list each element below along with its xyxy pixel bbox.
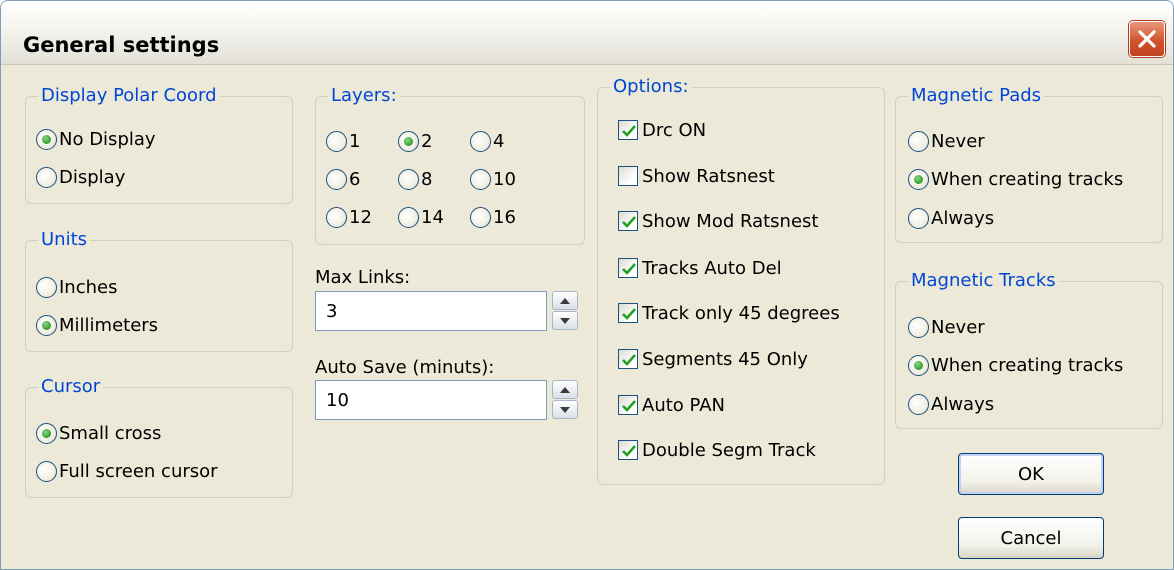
radio-layer-12[interactable]: 12 [326, 205, 372, 229]
radio-button[interactable] [908, 316, 929, 338]
layers-legend: Layers: [328, 85, 400, 107]
radio-millimeters[interactable]: Millimeters [36, 313, 158, 337]
radio-button[interactable] [36, 460, 57, 482]
radio-button[interactable] [908, 168, 929, 190]
radio-layer-4[interactable]: 4 [470, 129, 504, 153]
checkbox-double-segm-track[interactable]: Double Segm Track [618, 438, 816, 462]
units-legend: Units [38, 229, 91, 251]
ok-button[interactable]: OK [958, 453, 1104, 495]
radio-small-cross[interactable]: Small cross [36, 421, 161, 445]
auto-save-down-button[interactable] [552, 400, 578, 419]
radio-button[interactable] [326, 168, 347, 190]
radio-button[interactable] [908, 130, 929, 152]
checkbox-show-mod-ratsnest[interactable]: Show Mod Ratsnest [618, 209, 818, 233]
title-bar[interactable]: General settings [1, 1, 1173, 65]
radio-button[interactable] [398, 206, 419, 228]
checkbox-drc-on[interactable]: Drc ON [618, 118, 706, 142]
display-polar-coord-legend: Display Polar Coord [38, 85, 220, 107]
cursor-group: Cursor Small cross Full screen cursor [25, 376, 293, 498]
magnetic-pads-group: Magnetic Pads Never When creating tracks… [895, 85, 1163, 243]
checkbox[interactable] [618, 258, 638, 278]
checkbox-tracks-auto-del[interactable]: Tracks Auto Del [618, 256, 782, 280]
units-group: Units Inches Millimeters [25, 229, 293, 352]
radio-button[interactable] [36, 128, 57, 150]
dialog-title: General settings [23, 33, 220, 57]
radio-layer-2[interactable]: 2 [398, 129, 432, 153]
auto-save-input[interactable]: 10 [315, 380, 547, 420]
max-links-label: Max Links: [315, 267, 411, 288]
radio-button[interactable] [398, 130, 419, 152]
radio-button[interactable] [36, 422, 57, 444]
radio-tracks-when-creating[interactable]: When creating tracks [908, 353, 1123, 377]
cursor-legend: Cursor [38, 376, 104, 398]
radio-full-screen-cursor[interactable]: Full screen cursor [36, 459, 218, 483]
radio-tracks-always[interactable]: Always [908, 392, 994, 416]
checkbox[interactable] [618, 349, 638, 369]
radio-button[interactable] [908, 393, 929, 415]
radio-button[interactable] [398, 168, 419, 190]
max-links-spinner[interactable] [552, 291, 578, 331]
auto-save-spinner[interactable] [552, 380, 578, 420]
options-legend: Options: [610, 76, 692, 98]
display-polar-coord-group: Display Polar Coord No Display Display [25, 85, 293, 204]
radio-button[interactable] [36, 314, 57, 336]
checkbox[interactable] [618, 166, 638, 186]
checkbox[interactable] [618, 211, 638, 231]
checkbox-track-only-45[interactable]: Track only 45 degrees [618, 301, 840, 325]
radio-pads-always[interactable]: Always [908, 206, 994, 230]
radio-pads-never[interactable]: Never [908, 129, 985, 153]
auto-save-label: Auto Save (minuts): [315, 357, 495, 378]
general-settings-dialog: General settings Display Polar Coord No … [0, 0, 1174, 570]
radio-layer-16[interactable]: 16 [470, 205, 516, 229]
dialog-client: Display Polar Coord No Display Display U… [5, 65, 1169, 569]
close-button[interactable] [1129, 21, 1165, 57]
radio-layer-6[interactable]: 6 [326, 167, 360, 191]
checkbox[interactable] [618, 303, 638, 323]
magnetic-tracks-legend: Magnetic Tracks [908, 270, 1059, 292]
max-links-input[interactable]: 3 [315, 291, 547, 331]
checkbox[interactable] [618, 120, 638, 140]
magnetic-tracks-group: Magnetic Tracks Never When creating trac… [895, 270, 1163, 429]
radio-button[interactable] [470, 130, 491, 152]
radio-button[interactable] [36, 276, 57, 298]
radio-button[interactable] [470, 168, 491, 190]
radio-layer-14[interactable]: 14 [398, 205, 444, 229]
radio-button[interactable] [326, 206, 347, 228]
radio-tracks-never[interactable]: Never [908, 315, 985, 339]
checkbox-auto-pan[interactable]: Auto PAN [618, 393, 725, 417]
max-links-up-button[interactable] [552, 291, 578, 310]
max-links-down-button[interactable] [552, 311, 578, 330]
radio-display[interactable]: Display [36, 165, 125, 189]
radio-inches[interactable]: Inches [36, 275, 117, 299]
radio-button[interactable] [908, 354, 929, 376]
radio-button[interactable] [470, 206, 491, 228]
radio-no-display[interactable]: No Display [36, 127, 156, 151]
radio-button[interactable] [908, 207, 929, 229]
cancel-button[interactable]: Cancel [958, 517, 1104, 559]
radio-layer-10[interactable]: 10 [470, 167, 516, 191]
layers-group: Layers: 1 2 4 6 8 10 12 14 16 [315, 85, 585, 245]
radio-layer-8[interactable]: 8 [398, 167, 432, 191]
checkbox[interactable] [618, 395, 638, 415]
radio-button[interactable] [36, 166, 57, 188]
auto-save-up-button[interactable] [552, 380, 578, 399]
checkbox[interactable] [618, 440, 638, 460]
radio-button[interactable] [326, 130, 347, 152]
radio-layer-1[interactable]: 1 [326, 129, 360, 153]
magnetic-pads-legend: Magnetic Pads [908, 85, 1045, 107]
radio-pads-when-creating[interactable]: When creating tracks [908, 167, 1123, 191]
options-group: Options: Drc ON Show Ratsnest Show Mod R… [597, 76, 885, 485]
checkbox-show-ratsnest[interactable]: Show Ratsnest [618, 164, 775, 188]
checkbox-segments-45-only[interactable]: Segments 45 Only [618, 347, 808, 371]
